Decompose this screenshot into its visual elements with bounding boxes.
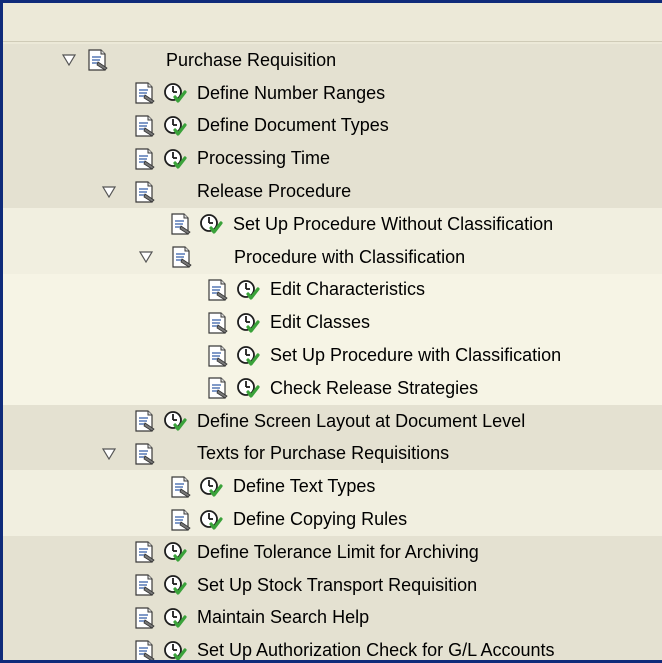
tree-item-label: Define Text Types <box>233 476 376 497</box>
execute-clock-icon[interactable] <box>199 475 223 499</box>
document-icon <box>133 147 157 171</box>
execute-clock-icon[interactable] <box>163 409 187 433</box>
tree-node-procedure-with-classification[interactable]: Procedure with Classification <box>3 240 662 274</box>
document-icon <box>133 442 157 466</box>
panel-header <box>3 3 662 42</box>
expanded-triangle-icon[interactable] <box>98 181 120 203</box>
tree-node-purchase-requisition[interactable]: Purchase Requisition <box>3 44 662 77</box>
execute-clock-icon[interactable] <box>163 114 187 138</box>
document-icon <box>133 114 157 138</box>
execute-clock-icon[interactable] <box>236 278 260 302</box>
document-icon <box>133 540 157 564</box>
document-icon <box>169 508 193 532</box>
tree-node-label: Release Procedure <box>197 181 352 202</box>
tree-node-label: Purchase Requisition <box>166 49 337 70</box>
tree-item-label: Set Up Procedure Without Classification <box>233 213 554 234</box>
expanded-triangle-icon[interactable] <box>58 49 80 71</box>
document-icon <box>133 409 157 433</box>
document-icon <box>170 245 194 269</box>
tree-item-edit-classes[interactable]: Edit Classes <box>3 306 662 340</box>
execute-clock-icon[interactable] <box>163 639 187 660</box>
tree-item-set-up-procedure-with-classification[interactable]: Set Up Procedure with Classification <box>3 339 662 372</box>
tree-item-label: Processing Time <box>197 148 331 169</box>
tree-item-label: Set Up Stock Transport Requisition <box>197 574 478 595</box>
expanded-triangle-icon[interactable] <box>135 246 157 268</box>
tree-item-maintain-search-help[interactable]: Maintain Search Help <box>3 601 662 635</box>
document-icon <box>206 311 230 335</box>
tree-item-label: Check Release Strategies <box>270 377 479 398</box>
tree-item-label: Edit Characteristics <box>270 279 426 300</box>
document-icon <box>133 180 157 204</box>
execute-clock-icon[interactable] <box>163 147 187 171</box>
tree-item-check-release-strategies[interactable]: Check Release Strategies <box>3 371 662 405</box>
tree-item-processing-time[interactable]: Processing Time <box>3 142 662 176</box>
tree-item-label: Define Document Types <box>197 115 389 136</box>
tree-item-label: Maintain Search Help <box>197 607 370 628</box>
tree-item-set-up-procedure-without-classification[interactable]: Set Up Procedure Without Classification <box>3 207 662 241</box>
tree-node-label: Procedure with Classification <box>234 246 466 267</box>
tree-item-define-tolerance-limit-for-archiving[interactable]: Define Tolerance Limit for Archiving <box>3 535 662 569</box>
tree-item-edit-characteristics[interactable]: Edit Characteristics <box>3 273 662 307</box>
tree-item-define-copying-rules[interactable]: Define Copying Rules <box>3 503 662 536</box>
tree-node-label: Texts for Purchase Requisitions <box>197 443 450 464</box>
execute-clock-icon[interactable] <box>163 606 187 630</box>
document-icon <box>169 212 193 236</box>
tree-item-define-document-types[interactable]: Define Document Types <box>3 109 662 143</box>
tree: Purchase Requisition Define Number Range… <box>3 44 662 661</box>
execute-clock-icon[interactable] <box>163 540 187 564</box>
document-icon <box>206 278 230 302</box>
tree-item-label: Set Up Procedure with Classification <box>270 345 562 366</box>
document-icon <box>169 475 193 499</box>
tree-item-define-number-ranges[interactable]: Define Number Ranges <box>3 76 662 110</box>
document-icon <box>133 81 157 105</box>
tree-item-label: Edit Classes <box>270 312 371 333</box>
tree-item-label: Set Up Authorization Check for G/L Accou… <box>197 640 555 661</box>
document-icon <box>206 376 230 400</box>
execute-clock-icon[interactable] <box>163 573 187 597</box>
tree-node-texts-for-purchase-requisitions[interactable]: Texts for Purchase Requisitions <box>3 437 662 471</box>
tree-item-label: Define Tolerance Limit for Archiving <box>197 541 479 562</box>
execute-clock-icon[interactable] <box>236 344 260 368</box>
execute-clock-icon[interactable] <box>199 508 223 532</box>
document-icon <box>133 606 157 630</box>
tree-item-define-text-types[interactable]: Define Text Types <box>3 470 662 504</box>
execute-clock-icon[interactable] <box>163 81 187 105</box>
tree-item-label: Define Screen Layout at Document Level <box>197 410 526 431</box>
tree-item-set-up-stock-transport-requisition[interactable]: Set Up Stock Transport Requisition <box>3 568 662 602</box>
expanded-triangle-icon[interactable] <box>98 443 120 465</box>
tree-item-set-up-authorization-check-for-gl-accounts[interactable]: Set Up Authorization Check for G/L Accou… <box>3 634 662 661</box>
tree-item-define-screen-layout-at-document-level[interactable]: Define Screen Layout at Document Level <box>3 404 662 438</box>
document-icon <box>133 573 157 597</box>
tree-node-release-procedure[interactable]: Release Procedure <box>3 175 662 208</box>
execute-clock-icon[interactable] <box>236 311 260 335</box>
document-icon <box>206 344 230 368</box>
execute-clock-icon[interactable] <box>199 212 223 236</box>
document-icon <box>133 639 157 660</box>
document-icon <box>86 48 110 72</box>
execute-clock-icon[interactable] <box>236 376 260 400</box>
tree-item-label: Define Number Ranges <box>197 82 386 103</box>
tree-item-label: Define Copying Rules <box>233 509 408 530</box>
tree-panel: Purchase Requisition Define Number Range… <box>0 0 662 663</box>
